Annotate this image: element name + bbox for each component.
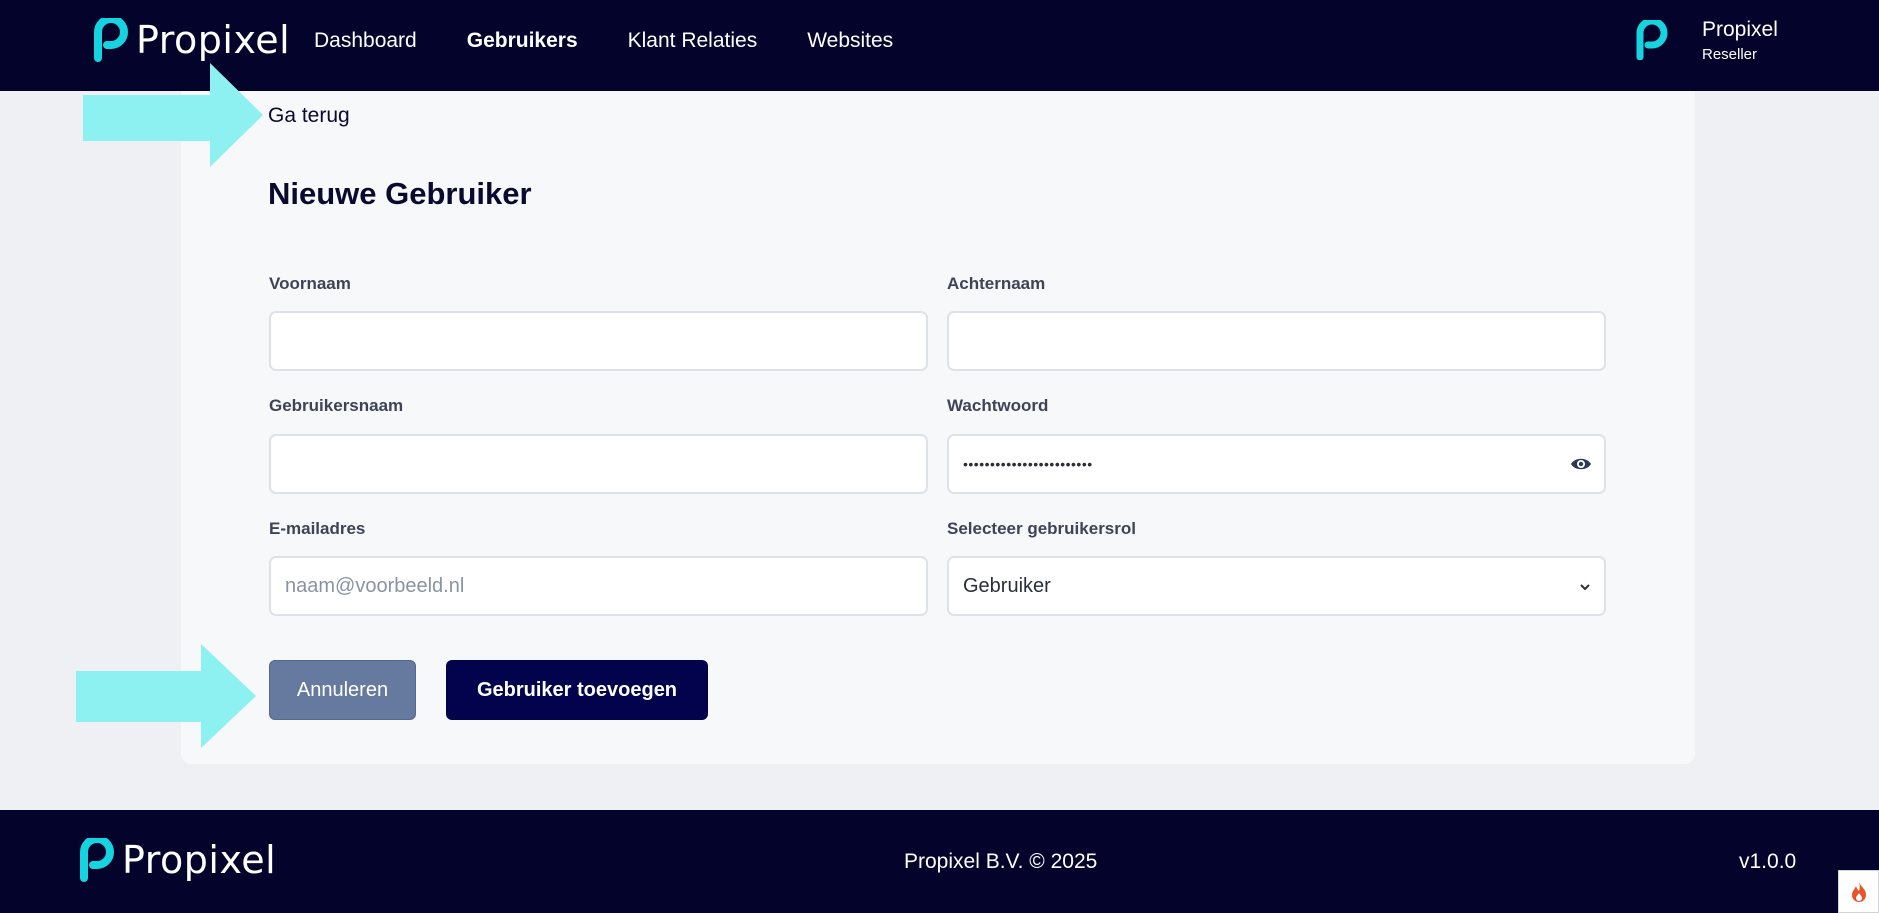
email-input[interactable] (285, 574, 912, 598)
role-select[interactable]: Gebruiker (947, 556, 1606, 616)
logo-wordmark: Propixel (136, 18, 291, 62)
back-link[interactable]: Ga terug (268, 104, 350, 128)
top-navigation-bar: Propixel Dashboard Gebruikers Klant Rela… (0, 0, 1879, 91)
user-avatar-icon (1636, 20, 1668, 60)
nav-item-klant-relaties[interactable]: Klant Relaties (628, 29, 758, 53)
flame-icon (1851, 881, 1866, 902)
role-selected-value: Gebruiker (963, 574, 1051, 597)
annotation-arrow-icon (76, 644, 256, 748)
first-name-label: Voornaam (269, 274, 351, 293)
annotation-arrow-icon (83, 63, 263, 167)
password-field[interactable]: •••••••••••••••••••••••• (947, 434, 1606, 494)
nav-item-websites[interactable]: Websites (807, 29, 893, 53)
footer-copyright: Propixel B.V. © 2025 (904, 850, 1098, 873)
propixel-logo-mark-icon (80, 838, 114, 882)
username-label: Gebruikersnaam (269, 396, 404, 415)
last-name-label: Achternaam (947, 274, 1046, 293)
app-version: v1.0.0 (1739, 850, 1797, 873)
cancel-button[interactable]: Annuleren (269, 660, 416, 720)
last-name-field[interactable] (947, 311, 1606, 371)
role-label: Selecteer gebruikersrol (947, 519, 1136, 538)
password-value: •••••••••••••••••••••••• (963, 456, 1093, 472)
user-role: Reseller (1702, 46, 1758, 63)
first-name-field[interactable] (269, 311, 928, 371)
nav-item-gebruikers[interactable]: Gebruikers (467, 29, 578, 53)
add-user-button[interactable]: Gebruiker toevoegen (446, 660, 708, 720)
username-field[interactable] (269, 434, 928, 494)
user-name: Propixel (1702, 18, 1778, 41)
debug-toolbar-toggle[interactable] (1838, 870, 1879, 913)
chevron-down-icon (1580, 584, 1590, 591)
user-menu[interactable]: Propixel Reseller (1636, 18, 1778, 66)
username-input[interactable] (285, 452, 912, 476)
first-name-input[interactable] (285, 329, 912, 353)
page-title: Nieuwe Gebruiker (268, 176, 532, 211)
footer-logo-wordmark: Propixel (122, 838, 277, 882)
email-label: E-mailadres (269, 519, 366, 538)
footer-propixel-logo: Propixel (80, 838, 276, 882)
nav-item-dashboard[interactable]: Dashboard (314, 29, 417, 53)
propixel-logo-mark-icon (94, 18, 128, 62)
user-info: Propixel Reseller (1702, 18, 1778, 66)
email-field[interactable] (269, 556, 928, 616)
last-name-input[interactable] (963, 329, 1590, 353)
main-nav: Dashboard Gebruikers Klant Relaties Webs… (314, 0, 943, 81)
password-label: Wachtwoord (947, 396, 1049, 415)
propixel-logo[interactable]: Propixel (94, 18, 290, 62)
show-password-eye-icon[interactable] (1570, 454, 1592, 474)
